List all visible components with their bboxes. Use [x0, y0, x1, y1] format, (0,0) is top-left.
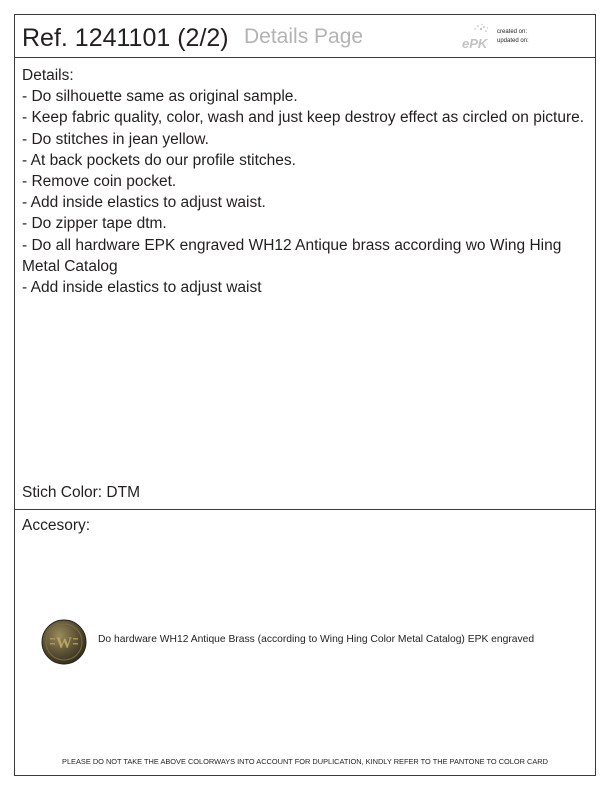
details-item: - Remove coin pocket. — [22, 173, 177, 191]
accessory-title: Accesory: — [22, 517, 91, 534]
details-item: - Add inside elastics to adjust waist. — [22, 194, 266, 212]
accessory-section: Accesory: W Do hardware WH12 Antique Bra… — [15, 510, 595, 775]
brass-button-image: W — [41, 619, 87, 665]
reference-title: Ref. 1241101 (2/2) — [22, 24, 229, 52]
spec-sheet: Ref. 1241101 (2/2) Details Page ePK crea… — [14, 14, 596, 776]
details-item: - Add inside elastics to adjust waist — [22, 279, 262, 297]
details-list: Details: - Do silhouette same as origina… — [22, 65, 587, 298]
epk-logo-icon: ePK — [462, 23, 489, 51]
colorway-disclaimer: PLEASE DO NOT TAKE THE ABOVE COLORWAYS I… — [62, 757, 548, 766]
updated-label: updated on: — [497, 38, 529, 44]
page-label: Details Page — [244, 25, 364, 48]
sheet-header: Ref. 1241101 (2/2) Details Page ePK crea… — [15, 15, 595, 58]
hardware-note: Do hardware WH12 Antique Brass (accordin… — [98, 634, 535, 645]
details-item: - Do stitches in jean yellow. — [22, 130, 209, 148]
details-item: - Do zipper tape dtm. — [22, 215, 167, 233]
details-item: - Do all hardware EPK engraved WH12 Anti… — [22, 236, 562, 275]
details-item: - At back pockets do our profile stitche… — [22, 151, 296, 169]
record-dates: created on: updated on: — [497, 28, 529, 46]
button-engraving: W — [56, 635, 72, 652]
details-heading: Details: — [22, 67, 74, 84]
details-item: - Keep fabric quality, color, wash and j… — [22, 109, 585, 127]
logo-text: ePK — [462, 36, 489, 51]
created-label: created on: — [497, 29, 528, 35]
stitch-color: Stich Color: DTM — [22, 484, 140, 501]
details-section: Details: - Do silhouette same as origina… — [15, 58, 595, 510]
details-item: - Do silhouette same as original sample. — [22, 88, 298, 106]
